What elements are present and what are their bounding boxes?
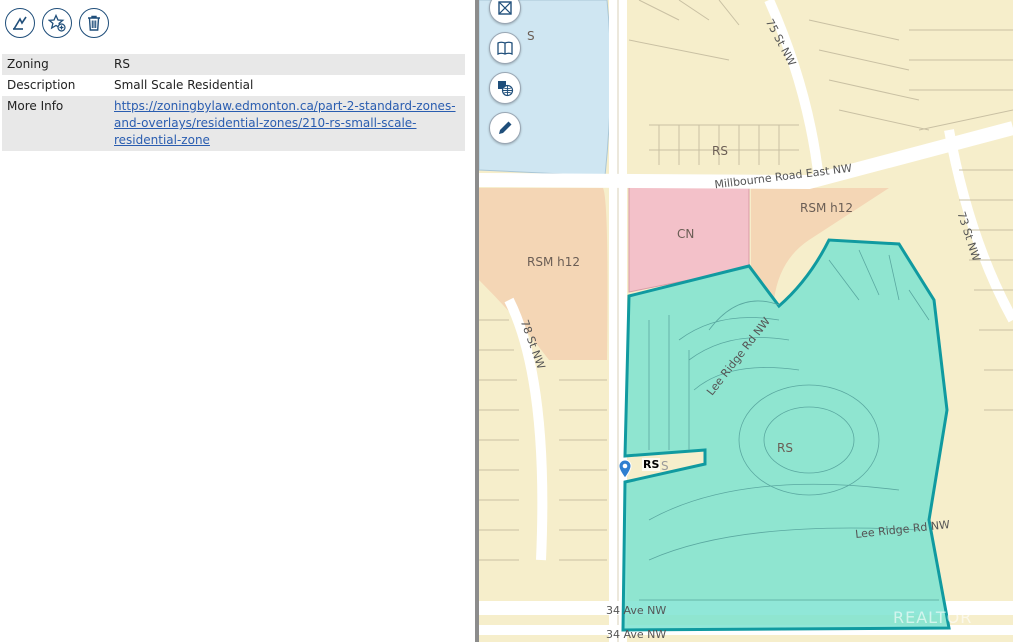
link-line: https://zoningbylaw.edmonton.ca/part-2-s… (114, 99, 456, 113)
description-value: Small Scale Residential (114, 78, 254, 92)
realtor-watermark: REALTOR (893, 608, 973, 627)
zone-label: RSM h12 (527, 255, 580, 269)
zone-label: RS (712, 144, 728, 158)
street-label: 34 Ave NW (606, 604, 667, 617)
trash-icon (88, 15, 100, 31)
globe-layers-icon (498, 81, 514, 97)
table-row: Zoning RS (2, 54, 465, 75)
description-label: Description (7, 78, 76, 92)
zone-label: RS (777, 441, 793, 455)
map-tools (489, 0, 521, 144)
attribute-table: Zoning RS Description Small Scale Reside… (2, 54, 465, 151)
pencil-icon (499, 121, 512, 134)
zone-label: CN (677, 227, 695, 241)
info-panel: Zoning RS Description Small Scale Reside… (0, 0, 475, 642)
draw-button[interactable] (489, 112, 521, 144)
pin-label: RS (642, 458, 661, 471)
web-layers-button[interactable] (489, 72, 521, 104)
map-view[interactable]: S RS RSM h12 CN RSM h12 RS Millbourne Ro… (479, 0, 1013, 642)
street-label: 34 Ave NW (606, 628, 667, 641)
add-favorite-button[interactable] (42, 8, 72, 38)
zone-label: RSM h12 (800, 201, 853, 215)
more-info-link[interactable]: https://zoningbylaw.edmonton.ca/part-2-s… (114, 99, 456, 147)
zoom-to-icon (13, 16, 27, 30)
zone-label-ghost: S (661, 459, 669, 473)
feature-toolbar (5, 8, 109, 38)
map-canvas (479, 0, 1013, 642)
zoom-to-feature-button[interactable] (5, 8, 35, 38)
table-row: More Info https://zoningbylaw.edmonton.c… (2, 96, 465, 151)
zoning-value: RS (109, 54, 465, 75)
basemap-button[interactable] (489, 0, 521, 24)
more-info-cell: https://zoningbylaw.edmonton.ca/part-2-s… (109, 96, 465, 151)
link-line: residential-zone (114, 133, 210, 147)
table-row: Description Small Scale Residential (2, 75, 465, 96)
delete-button[interactable] (79, 8, 109, 38)
legend-button[interactable] (489, 32, 521, 64)
zoning-label: Zoning (2, 54, 109, 75)
star-add-icon (48, 14, 66, 32)
location-pin-icon[interactable] (618, 459, 632, 479)
rs-highlight-zone (621, 238, 951, 632)
link-line: and-overlays/residential-zones/210-rs-sm… (114, 116, 417, 130)
zone-label: S (527, 29, 535, 43)
book-icon (497, 41, 513, 56)
more-info-label: More Info (2, 96, 109, 151)
rsm-zone-left (479, 188, 608, 360)
layers-icon (498, 1, 512, 15)
